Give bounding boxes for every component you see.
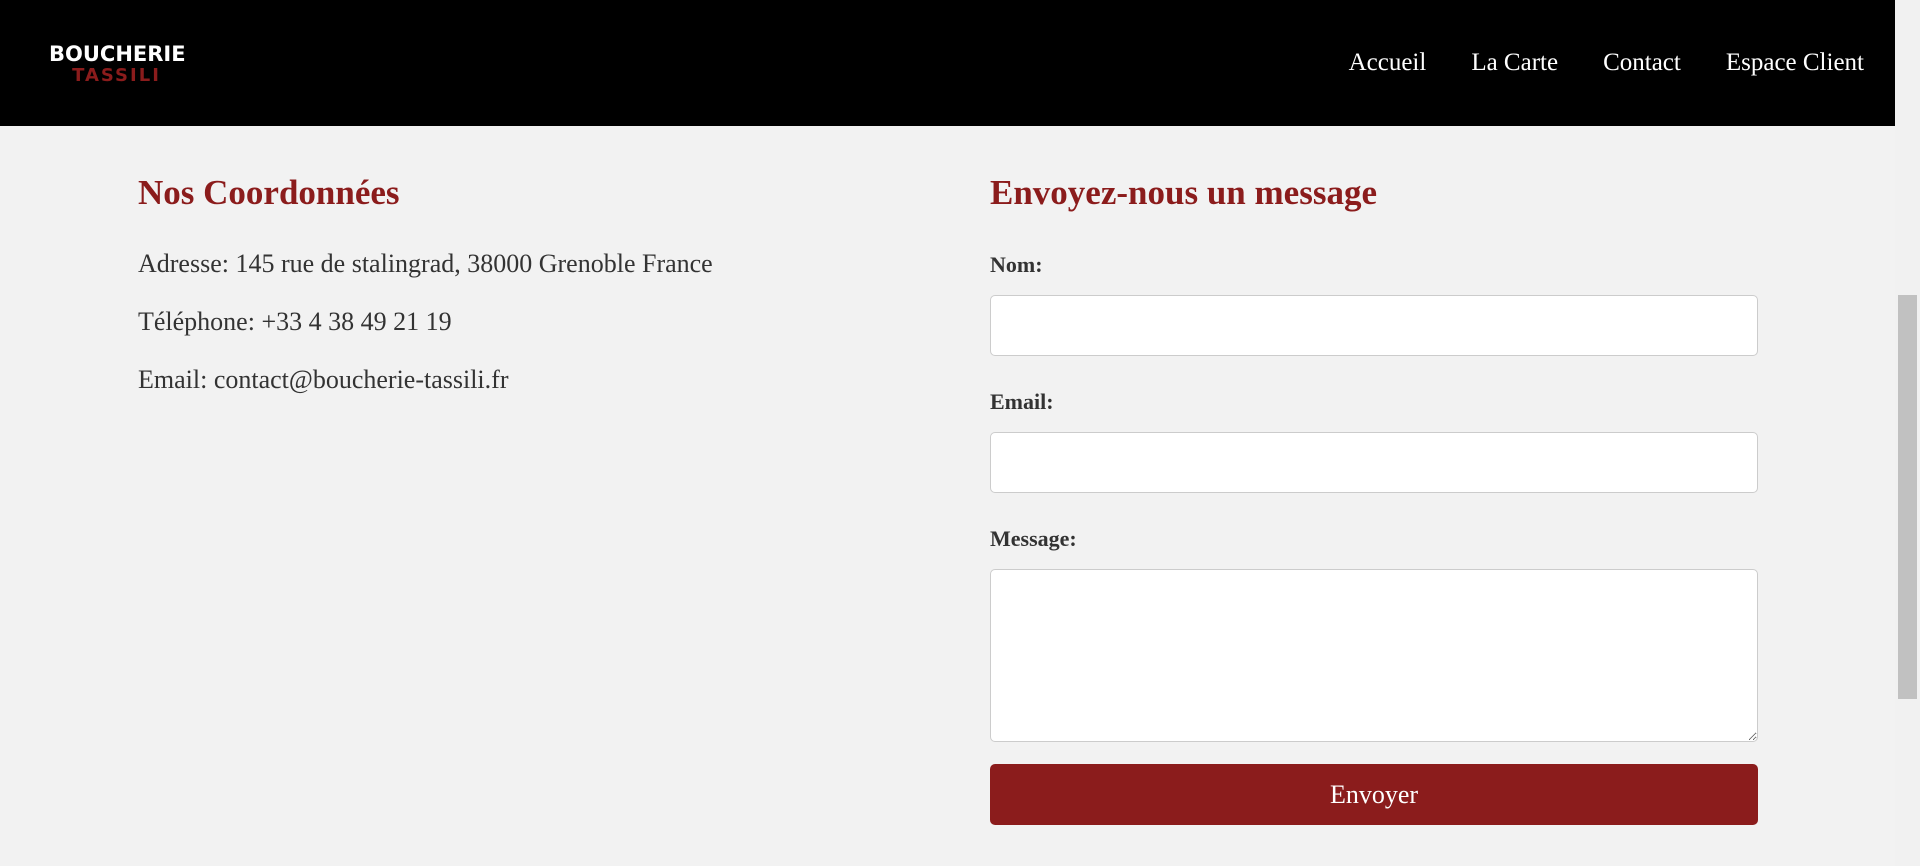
contact-form-title: Envoyez-nous un message xyxy=(990,173,1377,212)
message-label: Message: xyxy=(990,526,1077,551)
message-textarea[interactable] xyxy=(990,569,1758,742)
brand-logo-bottom: TASSILI xyxy=(72,65,161,87)
nav-link-espace-client[interactable]: Espace Client xyxy=(1726,49,1864,77)
name-input[interactable] xyxy=(990,295,1758,356)
site-header: BOUCHERIE TASSILI Accueil La Carte Conta… xyxy=(0,0,1895,126)
page-scrollbar[interactable] xyxy=(1895,0,1920,866)
contact-info-section: Nos Coordonnées Adresse: 145 rue de stal… xyxy=(138,170,898,395)
contact-info-title: Nos Coordonnées xyxy=(138,173,400,212)
name-label: Nom: xyxy=(990,252,1043,277)
contact-address: Adresse: 145 rue de stalingrad, 38000 Gr… xyxy=(138,249,713,278)
nav-link-la-carte[interactable]: La Carte xyxy=(1471,49,1558,77)
contact-form-section: Envoyez-nous un message Nom: Email: Mess… xyxy=(990,170,1758,825)
brand-logo[interactable]: BOUCHERIE TASSILI xyxy=(49,42,186,87)
brand-logo-top: BOUCHERIE xyxy=(49,42,186,66)
contact-email: Email: contact@boucherie-tassili.fr xyxy=(138,365,509,394)
email-input[interactable] xyxy=(990,432,1758,493)
email-label: Email: xyxy=(990,389,1054,414)
nav-link-contact[interactable]: Contact xyxy=(1603,49,1681,77)
scrollbar-thumb[interactable] xyxy=(1898,295,1917,699)
page: BOUCHERIE TASSILI Accueil La Carte Conta… xyxy=(0,0,1920,866)
main-nav: Accueil La Carte Contact Espace Client xyxy=(1349,0,1864,126)
submit-button[interactable]: Envoyer xyxy=(990,764,1758,825)
contact-form: Nom: Email: Message: Envoyer xyxy=(990,252,1758,825)
contact-phone: Téléphone: +33 4 38 49 21 19 xyxy=(138,307,452,336)
nav-link-accueil[interactable]: Accueil xyxy=(1349,49,1427,77)
